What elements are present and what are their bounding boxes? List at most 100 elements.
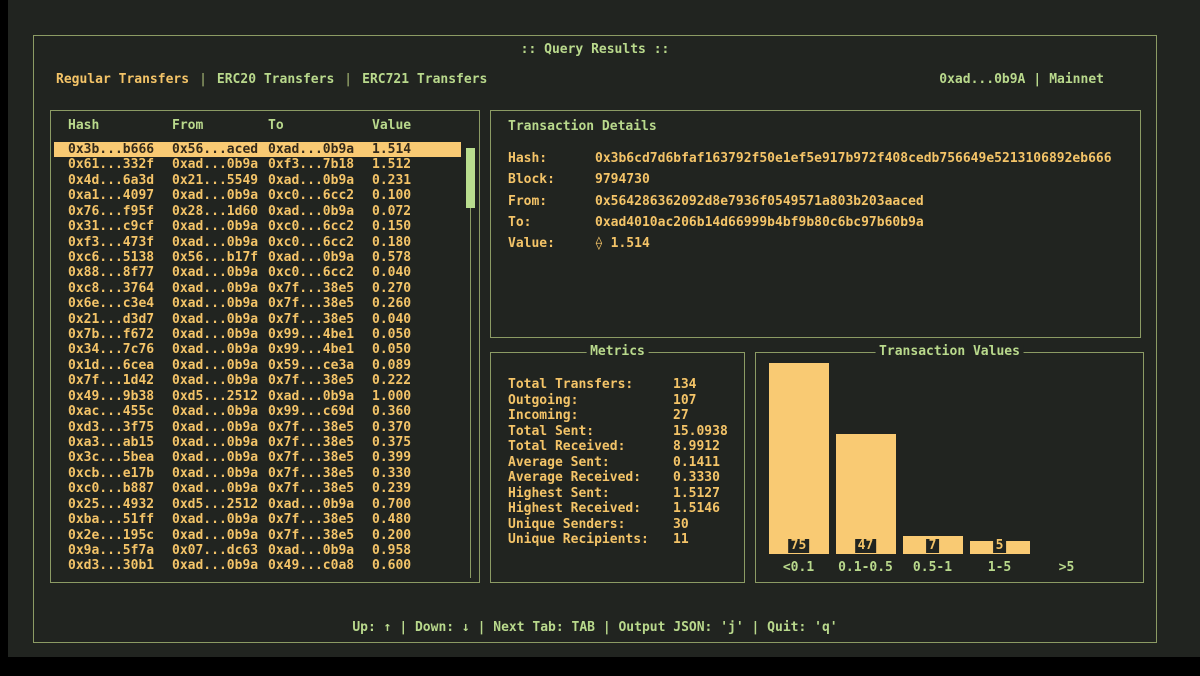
- cell-hash: 0x1d...6cea: [68, 358, 172, 373]
- cell-from: 0xad...0b9a: [172, 481, 268, 496]
- metric-label: Incoming:: [508, 408, 673, 424]
- cell-to: 0x7f...38e5: [268, 481, 372, 496]
- cell-value: 0.089: [372, 358, 461, 373]
- metric-item: Highest Received:1.5146: [508, 501, 736, 517]
- metric-value: 0.3330: [673, 470, 720, 486]
- bar-value-label: 7: [926, 539, 940, 553]
- table-row[interactable]: 0x1d...6cea0xad...0b9a0x59...ce3a0.089: [54, 358, 461, 373]
- cell-from: 0x07...dc63: [172, 543, 268, 558]
- cell-to: 0xad...0b9a: [268, 389, 372, 404]
- cell-value: 0.330: [372, 466, 461, 481]
- cell-to: 0xf3...7b18: [268, 157, 372, 172]
- table-row[interactable]: 0x3b...b6660x56...aced0xad...0b9a1.514: [54, 142, 461, 157]
- metric-value: 134: [673, 377, 696, 393]
- table-row[interactable]: 0xc6...51380x56...b17f0xad...0b9a0.578: [54, 250, 461, 265]
- cell-hash: 0xc8...3764: [68, 281, 172, 296]
- table-row[interactable]: 0x34...7c760xad...0b9a0x99...4be10.050: [54, 342, 461, 357]
- table-row[interactable]: 0x7f...1d420xad...0b9a0x7f...38e50.222: [54, 373, 461, 388]
- table-row[interactable]: 0x49...9b380xd5...25120xad...0b9a1.000: [54, 389, 461, 404]
- scrollbar-track[interactable]: [470, 149, 471, 578]
- table-row[interactable]: 0x31...c9cf0xad...0b9a0xc0...6cc20.150: [54, 219, 461, 234]
- tab-erc20-transfers[interactable]: ERC20 Transfers: [217, 72, 334, 87]
- table-row[interactable]: 0xd3...30b10xad...0b9a0x49...c0a80.600: [54, 558, 461, 573]
- cell-value: 0.958: [372, 543, 461, 558]
- cell-hash: 0x7b...f672: [68, 327, 172, 342]
- table-row[interactable]: 0xa1...40970xad...0b9a0xc0...6cc20.100: [54, 188, 461, 203]
- cell-hash: 0xa3...ab15: [68, 435, 172, 450]
- chart-x-label: 1-5: [966, 560, 1033, 575]
- cell-hash: 0xd3...3f75: [68, 420, 172, 435]
- cell-value: 0.200: [372, 528, 461, 543]
- table-row[interactable]: 0x2e...195c0xad...0b9a0x7f...38e50.200: [54, 528, 461, 543]
- table-row[interactable]: 0x25...49320xd5...25120xad...0b9a0.700: [54, 497, 461, 512]
- table-row[interactable]: 0xc0...b8870xad...0b9a0x7f...38e50.239: [54, 481, 461, 496]
- table-row[interactable]: 0x61...332f0xad...0b9a0xf3...7b181.512: [54, 157, 461, 172]
- cell-hash: 0x61...332f: [68, 157, 172, 172]
- metric-value: 107: [673, 393, 696, 409]
- cell-hash: 0xc6...5138: [68, 250, 172, 265]
- table-row[interactable]: 0x4d...6a3d0x21...55490xad...0b9a0.231: [54, 173, 461, 188]
- chart-bar-slot: 47: [832, 363, 899, 554]
- detail-value: 0xad4010ac206b14d66999b4bf9b80c6bc97b60b…: [595, 212, 924, 233]
- cell-from: 0xd5...2512: [172, 389, 268, 404]
- app-frame: :: Query Results :: Regular Transfers|ER…: [33, 35, 1157, 643]
- table-row[interactable]: 0xac...455c0xad...0b9a0x99...c69d0.360: [54, 404, 461, 419]
- chart-x-label: 0.5-1: [899, 560, 966, 575]
- cell-value: 0.578: [372, 250, 461, 265]
- cell-from: 0xad...0b9a: [172, 512, 268, 527]
- table-row[interactable]: 0x6e...c3e40xad...0b9a0x7f...38e50.260: [54, 296, 461, 311]
- cell-from: 0xad...0b9a: [172, 466, 268, 481]
- tab-separator: |: [199, 72, 207, 87]
- metric-item: Total Sent:15.0938: [508, 424, 736, 440]
- cell-from: 0xad...0b9a: [172, 558, 268, 573]
- chart-bar: 5: [970, 541, 1030, 554]
- table-row[interactable]: 0xcb...e17b0xad...0b9a0x7f...38e50.330: [54, 466, 461, 481]
- bar-value-label: 75: [788, 539, 810, 553]
- metric-value: 0.1411: [673, 455, 720, 471]
- chart-title: Transaction Values: [875, 344, 1024, 359]
- metric-label: Highest Sent:: [508, 486, 673, 502]
- chart-bar: 47: [836, 434, 896, 554]
- table-row[interactable]: 0x76...f95f0x28...1d600xad...0b9a0.072: [54, 204, 461, 219]
- table-row[interactable]: 0xd3...3f750xad...0b9a0x7f...38e50.370: [54, 420, 461, 435]
- table-row[interactable]: 0x9a...5f7a0x07...dc630xad...0b9a0.958: [54, 543, 461, 558]
- metric-label: Unique Recipients:: [508, 532, 673, 548]
- cell-to: 0x7f...38e5: [268, 512, 372, 527]
- cell-value: 0.600: [372, 558, 461, 573]
- cell-from: 0xad...0b9a: [172, 435, 268, 450]
- detail-label: To:: [508, 212, 595, 233]
- cell-to: 0xad...0b9a: [268, 543, 372, 558]
- cell-to: 0x7f...38e5: [268, 296, 372, 311]
- table-row[interactable]: 0xba...51ff0xad...0b9a0x7f...38e50.480: [54, 512, 461, 527]
- detail-label: From:: [508, 191, 595, 212]
- table-header-row: Hash From To Value: [51, 111, 479, 133]
- cell-hash: 0x4d...6a3d: [68, 173, 172, 188]
- table-row[interactable]: 0x88...8f770xad...0b9a0xc0...6cc20.040: [54, 265, 461, 280]
- detail-field: To:0xad4010ac206b14d66999b4bf9b80c6bc97b…: [508, 212, 1112, 233]
- cell-to: 0x7f...38e5: [268, 281, 372, 296]
- cell-to: 0xc0...6cc2: [268, 188, 372, 203]
- metrics-panel: Metrics Total Transfers:134Outgoing:107I…: [490, 352, 745, 583]
- tab-regular-transfers[interactable]: Regular Transfers: [56, 72, 189, 87]
- cell-to: 0xad...0b9a: [268, 173, 372, 188]
- table-row[interactable]: 0xa3...ab150xad...0b9a0x7f...38e50.375: [54, 435, 461, 450]
- metric-item: Average Received:0.3330: [508, 470, 736, 486]
- metric-value: 27: [673, 408, 689, 424]
- table-row[interactable]: 0x3c...5bea0xad...0b9a0x7f...38e50.399: [54, 450, 461, 465]
- table-row[interactable]: 0x7b...f6720xad...0b9a0x99...4be10.050: [54, 327, 461, 342]
- metric-label: Average Sent:: [508, 455, 673, 471]
- scrollbar-thumb[interactable]: [466, 148, 475, 208]
- tab-erc721-transfers[interactable]: ERC721 Transfers: [362, 72, 487, 87]
- cell-hash: 0x21...d3d7: [68, 312, 172, 327]
- cell-from: 0xad...0b9a: [172, 296, 268, 311]
- cell-to: 0x7f...38e5: [268, 466, 372, 481]
- cell-from: 0xad...0b9a: [172, 265, 268, 280]
- detail-field: Hash:0x3b6cd7d6bfaf163792f50e1ef5e917b97…: [508, 148, 1112, 169]
- table-row[interactable]: 0x21...d3d70xad...0b9a0x7f...38e50.040: [54, 312, 461, 327]
- table-row[interactable]: 0xc8...37640xad...0b9a0x7f...38e50.270: [54, 281, 461, 296]
- detail-label: Value:: [508, 233, 595, 254]
- bar-value-label: 47: [855, 539, 877, 553]
- cell-from: 0xad...0b9a: [172, 312, 268, 327]
- table-row[interactable]: 0xf3...473f0xad...0b9a0xc0...6cc20.180: [54, 235, 461, 250]
- cell-value: 0.050: [372, 327, 461, 342]
